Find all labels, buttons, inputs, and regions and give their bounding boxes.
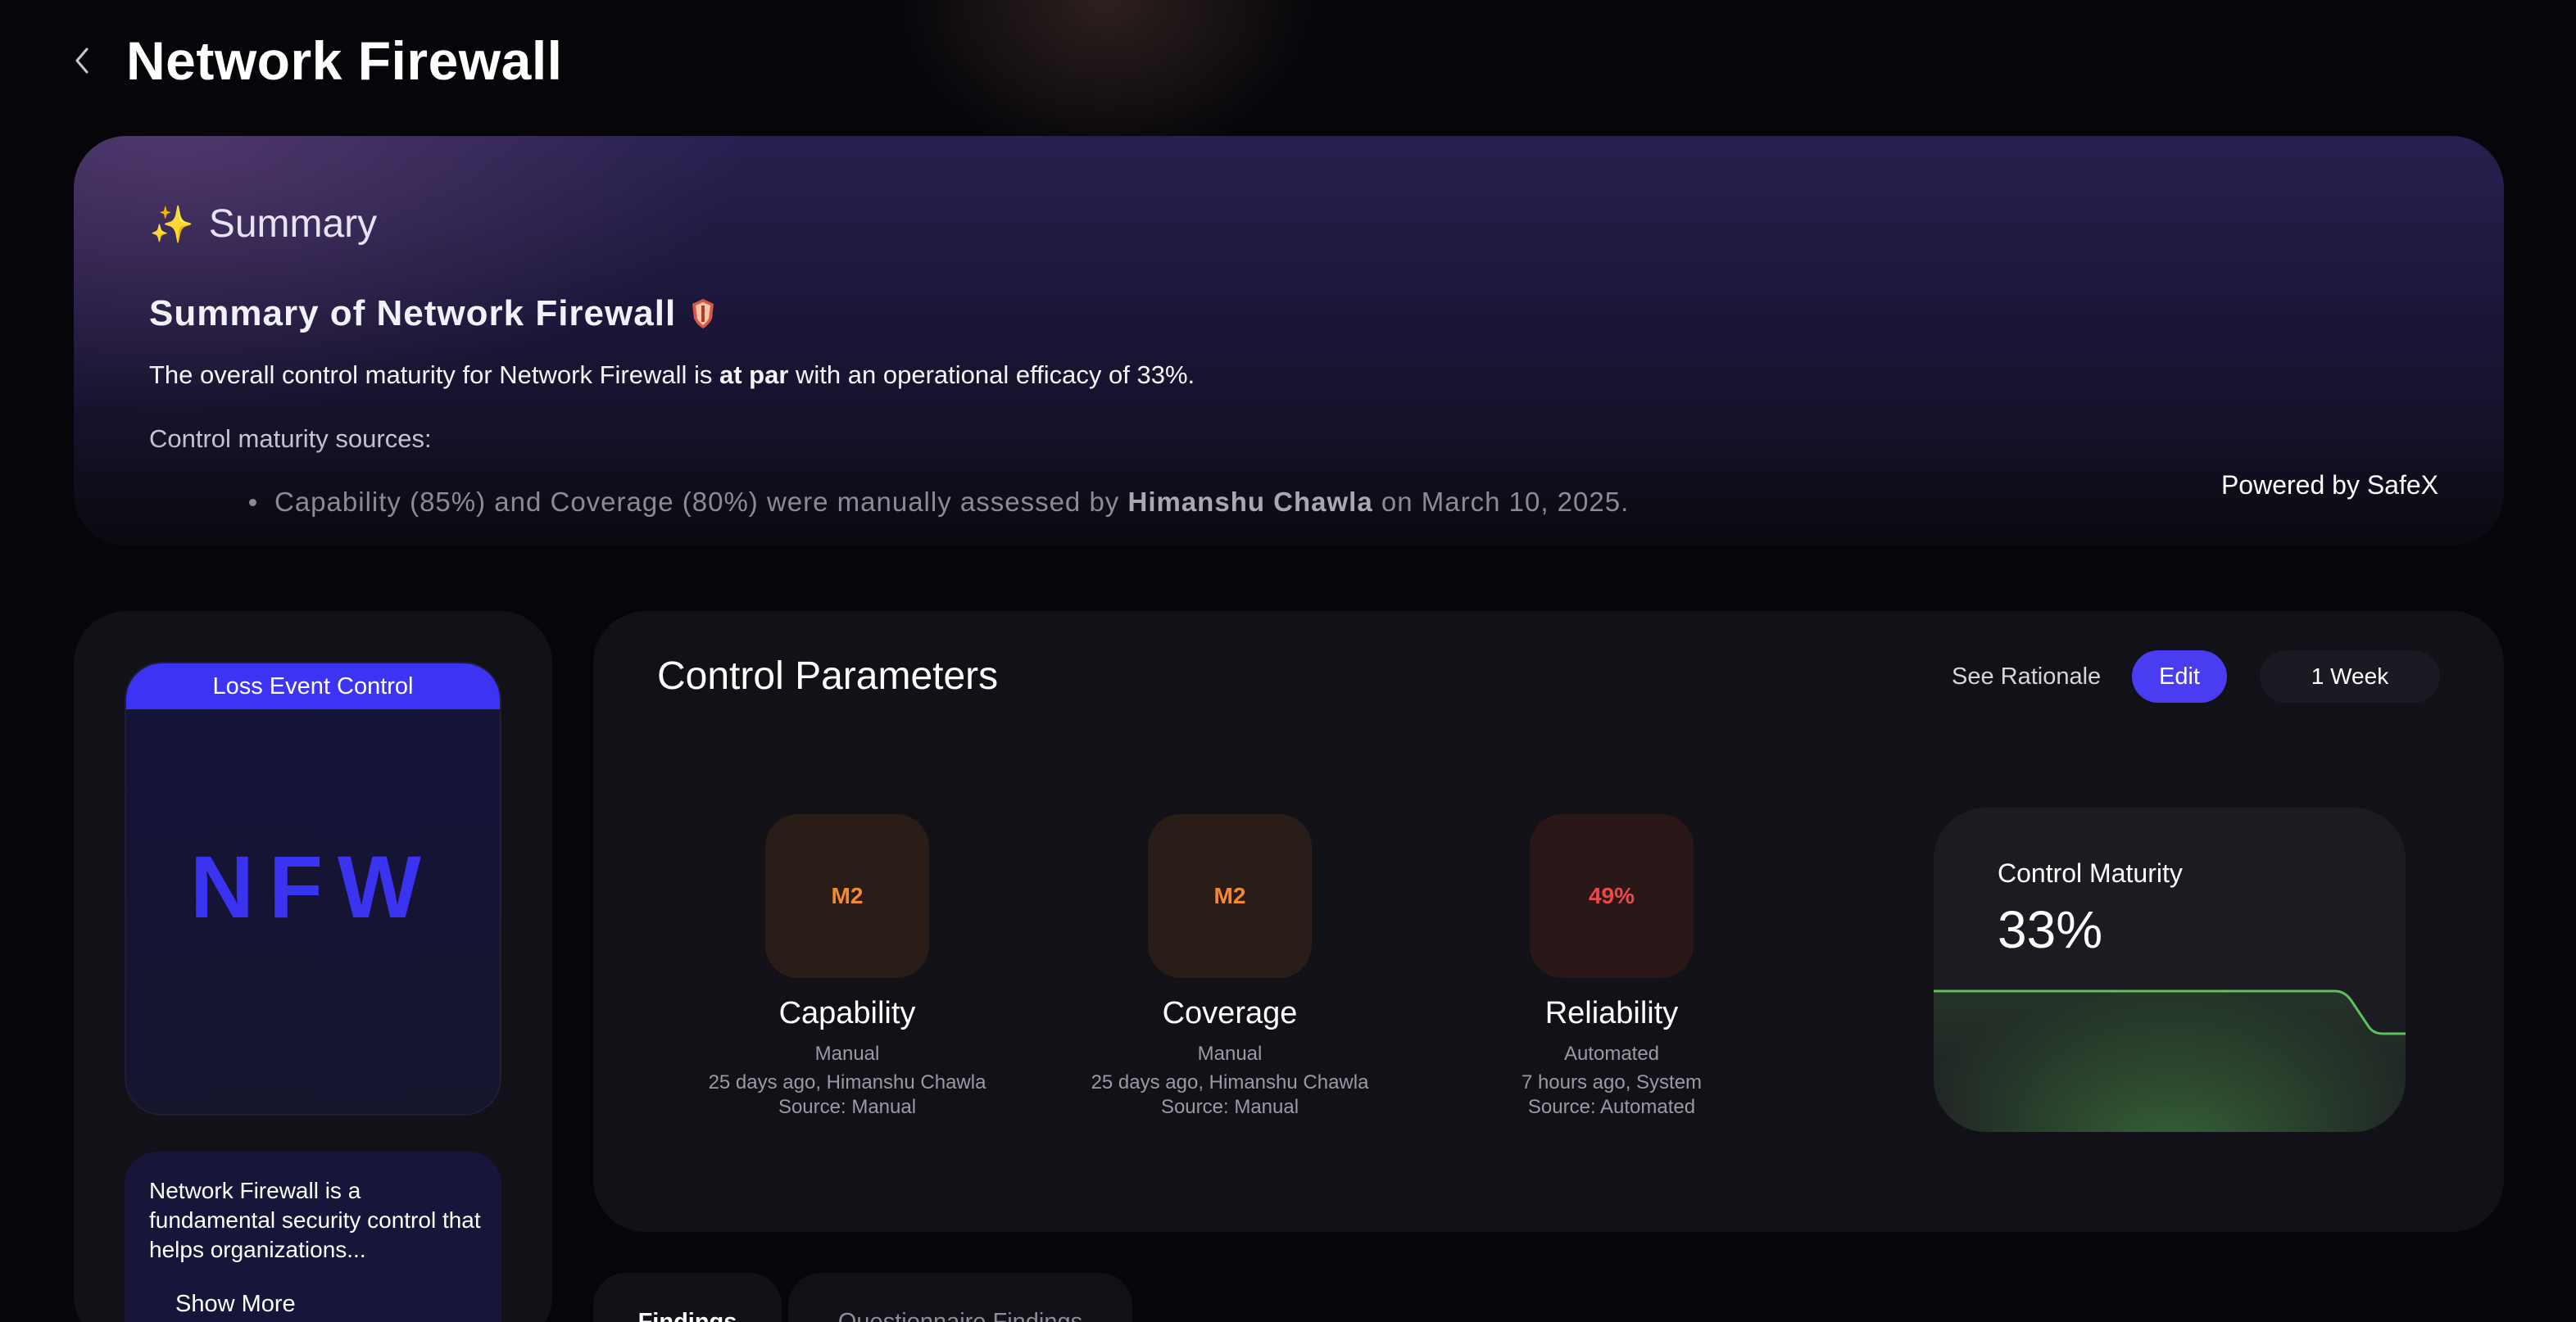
control-badge-card: Loss Event Control NFW bbox=[125, 662, 501, 1116]
edit-button[interactable]: Edit bbox=[2132, 650, 2227, 703]
metric-name: Capability bbox=[778, 996, 916, 1030]
metric-reliability: 49% Reliability Automated 7 hours ago, S… bbox=[1448, 814, 1776, 1120]
back-button[interactable] bbox=[66, 36, 98, 85]
sources-list-item: Capability (85%) and Coverage (80%) were… bbox=[149, 487, 1629, 518]
tab-questionnaire-findings[interactable]: Questionnaire Findings bbox=[788, 1273, 1132, 1322]
control-parameters-title: Control Parameters bbox=[657, 654, 999, 698]
control-parameters-card: Control Parameters See Rationale Edit 1 … bbox=[593, 611, 2504, 1232]
summary-text-part: with an operational efficacy of 33%. bbox=[788, 360, 1195, 389]
summary-subtitle-text: Summary of Network Firewall bbox=[149, 293, 677, 333]
control-maturity-value: 33% bbox=[1998, 900, 2103, 959]
metric-mode: Manual bbox=[814, 1043, 880, 1065]
source-text: Capability (85%) and Coverage (80%) were… bbox=[274, 487, 1128, 517]
summary-heading: Summary bbox=[208, 202, 378, 246]
powered-by: Powered by SafeX bbox=[2220, 470, 2438, 500]
metric-value-box[interactable]: M2 bbox=[1148, 814, 1312, 978]
summary-header: ✨ Summary bbox=[149, 201, 377, 247]
loss-event-tag: Loss Event Control bbox=[126, 663, 500, 709]
metric-updated: 7 hours ago, System bbox=[1521, 1071, 1703, 1093]
summary-text-part: The overall control maturity for Network… bbox=[149, 360, 719, 389]
chevron-left-icon bbox=[75, 48, 88, 74]
show-more-button[interactable]: Show More bbox=[175, 1291, 296, 1318]
summary-text: The overall control maturity for Network… bbox=[149, 360, 1195, 390]
control-abbreviation: NFW bbox=[190, 837, 436, 936]
control-overview-card: Loss Event Control NFW Network Firewall … bbox=[74, 611, 552, 1322]
source-assessor: Himanshu Chawla bbox=[1127, 487, 1373, 517]
sources-label: Control maturity sources: bbox=[149, 424, 432, 453]
metric-value-box[interactable]: 49% bbox=[1530, 814, 1694, 978]
bullet bbox=[249, 498, 256, 506]
metric-capability: M2 Capability Manual 25 days ago, Himans… bbox=[683, 814, 1011, 1120]
metric-source: Source: Manual bbox=[1160, 1096, 1299, 1118]
metric-mode: Manual bbox=[1197, 1043, 1263, 1065]
control-maturity-label: Control Maturity bbox=[1998, 858, 2183, 888]
control-maturity-card[interactable]: Control Maturity 33% bbox=[1934, 808, 2406, 1132]
tab-findings[interactable]: Findings bbox=[593, 1273, 782, 1322]
period-selector[interactable]: 1 Week bbox=[2260, 650, 2440, 703]
metric-source: Source: Automated bbox=[1527, 1096, 1696, 1118]
metric-coverage: M2 Coverage Manual 25 days ago, Himanshu… bbox=[1066, 814, 1394, 1120]
page-title: Network Firewall bbox=[126, 30, 563, 91]
metric-name: Coverage bbox=[1162, 996, 1298, 1030]
metric-name: Reliability bbox=[1544, 996, 1679, 1030]
summary-subtitle: Summary of Network Firewall bbox=[149, 293, 715, 334]
summary-text-bold: at par bbox=[719, 360, 789, 389]
metric-value-box[interactable]: M2 bbox=[765, 814, 929, 978]
summary-card: ✨ Summary Summary of Network Firewall Th… bbox=[74, 136, 2504, 546]
control-description: Network Firewall is a fundamental securi… bbox=[149, 1178, 481, 1262]
maturity-trend-line bbox=[1934, 989, 2406, 1132]
sparkles-icon: ✨ bbox=[149, 204, 194, 245]
metric-source: Source: Manual bbox=[778, 1096, 917, 1118]
shield-icon bbox=[692, 299, 714, 328]
page: Network Firewall ✨ Summary Summary of Ne… bbox=[0, 0, 2576, 1322]
top-bar: Network Firewall bbox=[66, 28, 563, 93]
see-rationale-link[interactable]: See Rationale bbox=[1952, 663, 2101, 690]
metric-updated: 25 days ago, Himanshu Chawla bbox=[1091, 1071, 1369, 1093]
metric-mode: Automated bbox=[1563, 1043, 1660, 1065]
source-text: on March 10, 2025. bbox=[1372, 487, 1630, 517]
metric-updated: 25 days ago, Himanshu Chawla bbox=[708, 1071, 986, 1093]
description-card: Network Firewall is a fundamental securi… bbox=[125, 1152, 501, 1322]
